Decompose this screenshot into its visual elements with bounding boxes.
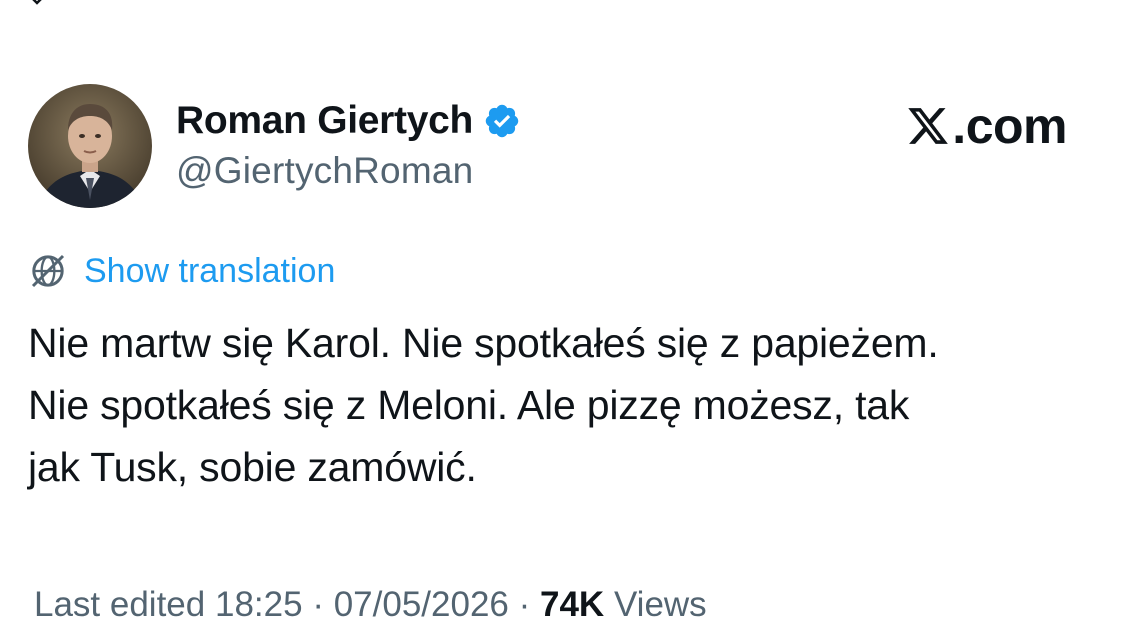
name-row: Roman Giertych <box>176 98 521 144</box>
tweet-card: Roman Giertych @GiertychRoman .com Show … <box>0 0 1125 643</box>
globe-icon <box>31 254 65 288</box>
edited-prefix[interactable]: Last edited <box>34 585 205 624</box>
tweet-date[interactable]: 07/05/2026 <box>334 585 509 624</box>
tweet-time[interactable]: 18:25 <box>215 585 303 624</box>
meta-separator: · <box>312 585 324 624</box>
author-block: Roman Giertych @GiertychRoman <box>176 98 521 192</box>
brand-logo: .com <box>906 98 1067 154</box>
brand-text: .com <box>952 98 1067 154</box>
chevron-down-icon[interactable] <box>28 0 46 6</box>
views-label[interactable]: Views <box>614 585 707 624</box>
tweet-text: Nie martw się Karol. Nie spotkałeś się z… <box>28 320 939 490</box>
meta-separator: · <box>518 585 531 624</box>
show-translation-label: Show translation <box>84 251 336 290</box>
verified-badge-icon[interactable] <box>483 102 521 140</box>
avatar[interactable] <box>28 84 152 208</box>
show-translation-link[interactable]: Show translation <box>28 250 335 292</box>
x-logo-icon <box>908 108 949 144</box>
tweet-meta: Last edited 18:25 · 07/05/2026 · 74K Vie… <box>34 582 707 628</box>
avatar-image <box>28 84 152 208</box>
views-count[interactable]: 74K <box>540 585 604 624</box>
author-handle[interactable]: @GiertychRoman <box>176 150 521 192</box>
author-display-name[interactable]: Roman Giertych <box>176 99 473 143</box>
